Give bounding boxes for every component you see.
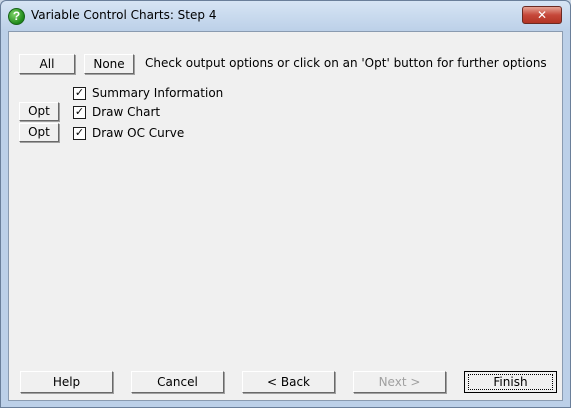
all-button[interactable]: All — [19, 54, 75, 74]
summary-information-checkbox[interactable]: ✓ — [73, 87, 86, 100]
draw-chart-label: Draw Chart — [92, 105, 161, 119]
summary-information-label: Summary Information — [92, 86, 224, 100]
draw-chart-opt-button[interactable]: Opt — [19, 102, 59, 121]
title-bar[interactable]: ? Variable Control Charts: Step 4 ✕ — [1, 1, 570, 31]
finish-button[interactable]: Finish — [464, 371, 557, 393]
instruction-text: Check output options or click on an 'Opt… — [145, 56, 547, 70]
dialog-body: All None Check output options or click o… — [8, 31, 563, 401]
back-button[interactable]: < Back — [242, 371, 335, 393]
close-button[interactable]: ✕ — [522, 6, 562, 24]
draw-chart-checkbox[interactable]: ✓ — [73, 106, 86, 119]
none-button[interactable]: None — [84, 54, 134, 74]
draw-oc-curve-checkbox[interactable]: ✓ — [73, 127, 86, 140]
close-icon: ✕ — [536, 8, 548, 22]
focus-rectangle — [468, 374, 553, 390]
dialog-window: ? Variable Control Charts: Step 4 ✕ All … — [0, 0, 571, 408]
window-title: Variable Control Charts: Step 4 — [31, 8, 217, 22]
help-button[interactable]: Help — [20, 371, 113, 393]
draw-oc-curve-label: Draw OC Curve — [92, 126, 185, 140]
next-button[interactable]: Next > — [353, 371, 446, 393]
draw-oc-curve-opt-button[interactable]: Opt — [19, 123, 59, 142]
cancel-button[interactable]: Cancel — [131, 371, 224, 393]
help-icon: ? — [8, 8, 25, 25]
